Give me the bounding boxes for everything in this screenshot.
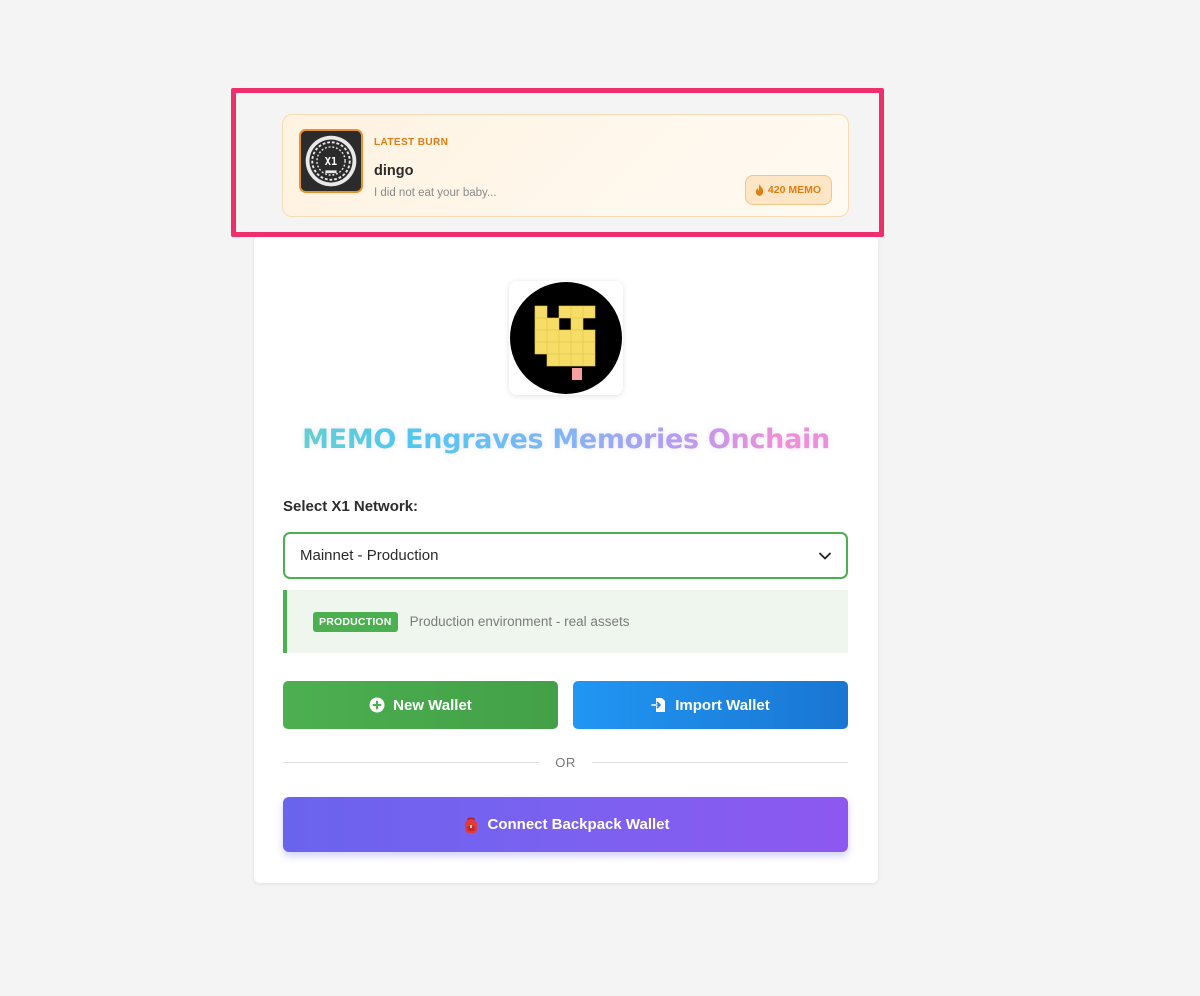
- app-title: MEMO Engraves Memories Onchain: [254, 424, 878, 455]
- environment-description: Production environment - real assets: [409, 614, 630, 629]
- chevron-down-icon: [818, 549, 832, 563]
- wallet-setup-card: MEMO Engraves Memories Onchain MEMO Engr…: [254, 236, 878, 883]
- environment-info-panel: PRODUCTION Production environment - real…: [283, 590, 848, 653]
- network-select-value: Mainnet - Production: [300, 547, 439, 564]
- import-wallet-button[interactable]: Import Wallet: [573, 681, 848, 729]
- file-import-icon: [651, 697, 667, 713]
- flame-icon: [755, 184, 764, 196]
- plus-circle-icon: [369, 697, 385, 713]
- divider-text: OR: [555, 754, 576, 770]
- import-wallet-label: Import Wallet: [675, 696, 770, 714]
- connect-backpack-label: Connect Backpack Wallet: [487, 816, 670, 833]
- or-divider: OR: [283, 752, 848, 772]
- avatar-text: X1: [325, 156, 337, 168]
- new-wallet-button[interactable]: New Wallet: [283, 681, 558, 729]
- backpack-icon: [462, 816, 480, 834]
- latest-burn-banner[interactable]: X1 LATEST BURN dingo I did not eat your …: [282, 114, 849, 217]
- burn-amount-badge: 420 MEMO: [744, 175, 832, 205]
- latest-burn-tag: LATEST BURN: [374, 137, 449, 148]
- burn-amount-text: 420 MEMO: [767, 184, 821, 196]
- environment-badge: PRODUCTION: [313, 611, 398, 632]
- app-logo: [509, 281, 623, 395]
- burn-avatar: X1: [299, 129, 363, 193]
- divider-line-right: [591, 761, 848, 763]
- network-select[interactable]: Mainnet - Production: [283, 532, 848, 579]
- burn-user-name: dingo: [374, 163, 414, 179]
- divider-line-left: [283, 761, 540, 763]
- new-wallet-label: New Wallet: [393, 696, 472, 714]
- connect-backpack-button[interactable]: Connect Backpack Wallet: [283, 797, 848, 852]
- network-select-label: Select X1 Network:: [283, 498, 419, 515]
- burn-message: I did not eat your baby...: [374, 187, 497, 199]
